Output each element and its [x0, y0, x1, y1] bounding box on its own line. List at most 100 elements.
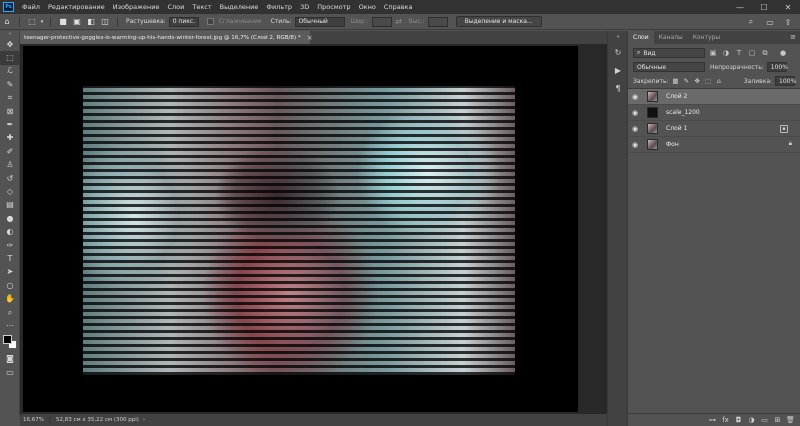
blend-mode-select[interactable]: Обычные: [633, 62, 705, 72]
foreground-color-swatch[interactable]: [3, 334, 12, 344]
width-input[interactable]: [371, 16, 392, 27]
stamp-icon[interactable]: ♙: [0, 159, 20, 172]
quick-mask-icon[interactable]: ◙: [0, 353, 20, 366]
collapse-panels-icon[interactable]: «: [608, 31, 628, 43]
menu-select[interactable]: Выделение: [216, 3, 263, 11]
height-input[interactable]: [427, 16, 448, 27]
layer-row-sloy-2[interactable]: ◉ Слой 2: [628, 89, 800, 105]
new-selection-icon[interactable]: ■: [56, 15, 70, 29]
style-select[interactable]: Обычный: [294, 16, 345, 27]
search-icon[interactable]: ⌕: [745, 16, 757, 28]
type-icon[interactable]: T: [0, 252, 20, 265]
add-selection-icon[interactable]: ▣: [70, 15, 84, 29]
minimize-button[interactable]: —: [728, 0, 752, 14]
paragraph-icon[interactable]: ¶: [608, 79, 628, 97]
lock-position-icon[interactable]: ✥: [693, 77, 701, 86]
filter-pixel-icon[interactable]: ▣: [708, 48, 718, 58]
quick-select-icon[interactable]: ✎: [0, 78, 20, 91]
menu-layers[interactable]: Слои: [163, 3, 188, 11]
select-and-mask-button[interactable]: Выделение и маска...: [455, 16, 542, 27]
layer-row-sloy-1[interactable]: ◉ Слой 1 ▪: [628, 121, 800, 137]
menu-window[interactable]: Окно: [355, 3, 380, 11]
healing-icon[interactable]: ✚: [0, 132, 20, 145]
collapse-icon[interactable]: »: [0, 31, 20, 38]
shape-icon[interactable]: ○: [0, 279, 20, 292]
layer-row-scale-1200[interactable]: ◉ scale_1200: [628, 105, 800, 121]
eye-icon[interactable]: ◉: [628, 125, 642, 133]
eye-icon[interactable]: ◉: [628, 109, 642, 117]
canvas-area[interactable]: [20, 44, 607, 414]
lock-artboard-icon[interactable]: ⬚: [704, 77, 712, 86]
filter-adjustment-icon[interactable]: ◑: [721, 48, 731, 58]
actions-icon[interactable]: ▶: [608, 61, 628, 79]
tab-layers[interactable]: Слои: [628, 31, 654, 44]
close-tab-icon[interactable]: ×: [307, 34, 313, 42]
layer-name[interactable]: scale_1200: [666, 109, 700, 116]
filter-toggle-icon[interactable]: ●: [778, 48, 788, 58]
frame-icon[interactable]: ⊠: [0, 105, 20, 118]
pen-icon[interactable]: ✑: [0, 239, 20, 252]
panel-menu-icon[interactable]: ≡: [790, 33, 796, 41]
dodge-icon[interactable]: ◐: [0, 225, 20, 238]
menu-filter[interactable]: Фильтр: [262, 3, 296, 11]
antialias-checkbox[interactable]: [206, 18, 214, 25]
hand-icon[interactable]: ✋: [0, 292, 20, 305]
share-icon[interactable]: ⇪: [782, 16, 794, 28]
eyedropper-icon[interactable]: ✒: [0, 118, 20, 131]
new-group-icon[interactable]: ▭: [758, 415, 771, 426]
swap-icon[interactable]: ⇄: [392, 15, 406, 29]
maximize-button[interactable]: ☐: [752, 0, 776, 14]
subtract-selection-icon[interactable]: ◧: [84, 15, 98, 29]
new-layer-icon[interactable]: ⊞: [771, 415, 784, 426]
marquee-icon[interactable]: ⬚: [0, 51, 20, 65]
zoom-level[interactable]: 16,67%: [20, 417, 50, 423]
gradient-icon[interactable]: ▤: [0, 199, 20, 212]
color-swatches[interactable]: [0, 333, 20, 353]
blur-icon[interactable]: ●: [0, 212, 20, 225]
layer-row-background[interactable]: ◉ Фон 🔒︎: [628, 137, 800, 153]
lock-transparent-icon[interactable]: ▦: [672, 77, 680, 86]
glitch-photo[interactable]: [83, 86, 515, 375]
fill-input[interactable]: 100%: [775, 76, 796, 86]
filter-type-icon[interactable]: T: [734, 48, 744, 58]
menu-3d[interactable]: 3D: [296, 3, 313, 11]
lasso-icon[interactable]: ℒ: [0, 65, 20, 78]
menu-type[interactable]: Текст: [188, 3, 215, 11]
layer-name[interactable]: Фон: [666, 141, 679, 148]
lock-pixels-icon[interactable]: ✎: [682, 77, 690, 86]
close-window-button[interactable]: ✕: [776, 0, 800, 14]
link-icon[interactable]: ⊶: [706, 415, 719, 426]
status-menu-arrow[interactable]: ›: [143, 417, 145, 423]
history-brush-icon[interactable]: ↺: [0, 172, 20, 185]
home-icon[interactable]: ⌂: [0, 15, 14, 29]
more-icon[interactable]: ⋯: [0, 319, 20, 332]
path-select-icon[interactable]: ➤: [0, 266, 20, 279]
eye-icon[interactable]: ◉: [628, 141, 642, 149]
delete-layer-icon[interactable]: 🗑︎: [784, 415, 797, 426]
intersect-selection-icon[interactable]: ◫: [98, 15, 112, 29]
tab-paths[interactable]: Контуры: [688, 31, 725, 44]
fx-icon[interactable]: fx: [719, 415, 732, 426]
feather-input[interactable]: 0 пикс.: [168, 16, 199, 27]
screen-mode-icon[interactable]: ▭: [0, 366, 20, 379]
zoom-icon[interactable]: ⌕: [0, 306, 20, 319]
adjustment-layer-icon[interactable]: ◑: [745, 415, 758, 426]
layer-filter-select[interactable]: ⌕ Вид: [633, 48, 705, 58]
menu-image[interactable]: Изображение: [109, 3, 164, 11]
opacity-input[interactable]: 100%: [766, 62, 788, 72]
document-canvas[interactable]: [23, 46, 578, 412]
document-tab[interactable]: teenager-protective-goggles-is-warming-u…: [20, 31, 313, 44]
tab-channels[interactable]: Каналы: [654, 31, 688, 44]
marquee-preset-icon[interactable]: ⬚: [25, 15, 39, 29]
move-icon[interactable]: ✥: [0, 38, 20, 51]
filter-smart-icon[interactable]: ⧉: [760, 48, 770, 58]
filter-shape-icon[interactable]: ▢: [747, 48, 757, 58]
menu-edit[interactable]: Редактирование: [44, 3, 109, 11]
layer-name[interactable]: Слой 1: [666, 125, 687, 132]
lock-all-icon[interactable]: ⌂: [715, 77, 723, 86]
workspace-icon[interactable]: ▭: [764, 16, 776, 28]
eraser-icon[interactable]: ◇: [0, 185, 20, 198]
menu-help[interactable]: Справка: [380, 3, 417, 11]
menu-file[interactable]: Файл: [18, 3, 44, 11]
history-icon[interactable]: ↻: [608, 43, 628, 61]
